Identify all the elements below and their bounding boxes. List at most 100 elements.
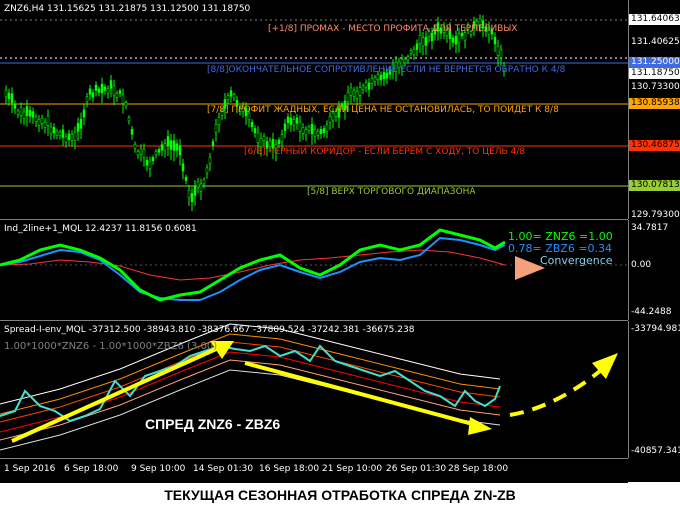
candle-body [421, 37, 425, 47]
price-pane[interactable]: ZNZ6,H4 131.15625 131.21875 131.12500 13… [0, 0, 628, 219]
time-tick: 1 Sep 2016 [4, 464, 56, 474]
candle-body [169, 140, 173, 150]
candle-body [61, 129, 65, 138]
spread-tick: -33794.981 [631, 324, 680, 334]
candle-body [424, 36, 428, 46]
candle-body [454, 36, 458, 45]
candle-body [289, 117, 293, 125]
level-label-5of8: [5/8] ВЕРХ ТОРГОВОГО ДИАПАЗОНА [307, 187, 476, 197]
candle-body [190, 193, 194, 202]
time-tick: 28 Sep 18:00 [448, 464, 509, 474]
candle-body [226, 95, 230, 100]
price-tag-current: 131.18750 [629, 68, 680, 79]
candle-body [13, 103, 17, 109]
candle-body [55, 131, 59, 136]
candle-body [37, 119, 41, 126]
indicator-y-axis[interactable]: 34.7817 0.00 -44.2488 [628, 220, 680, 320]
candle-body [85, 96, 89, 102]
candle-body [184, 176, 188, 181]
spread-y-axis[interactable]: -33794.981 -40857.341 [628, 321, 680, 458]
candle-body [304, 129, 308, 136]
candle-body [307, 126, 311, 131]
candle-body [313, 129, 317, 137]
candle-body [160, 144, 164, 151]
time-tick: 26 Sep 01:30 [386, 464, 447, 474]
candle-body [199, 183, 203, 192]
candle-body [286, 116, 290, 123]
spread-pane[interactable]: Spread-I-env_MQL -37312.500 -38943.810 -… [0, 321, 628, 458]
chart-caption: ТЕКУЩАЯ СЕЗОННАЯ ОТРАБОТКА СПРЕДА ZN-ZB [164, 487, 516, 503]
time-tick: 14 Sep 01:30 [193, 464, 254, 474]
candle-body [256, 132, 260, 143]
candle-body [52, 127, 56, 134]
legend-znz6: 1.00= ZNZ6 =1.00 [508, 230, 613, 243]
candle-body [172, 140, 176, 151]
candle-body [67, 133, 71, 140]
candle-body [94, 84, 98, 91]
candle-body [262, 136, 266, 141]
time-axis[interactable]: 1 Sep 2016 6 Sep 18:00 9 Sep 10:00 14 Se… [0, 458, 628, 483]
candle-body [181, 163, 185, 172]
candle-body [109, 80, 113, 89]
candle-body [328, 116, 332, 124]
time-tick: 6 Sep 18:00 [64, 464, 119, 474]
candle-body [115, 93, 119, 98]
candle-body [40, 117, 44, 124]
price-tick: 131.40625 [631, 37, 680, 47]
candle-body [412, 48, 416, 55]
candle-body [319, 129, 323, 135]
candle-body [175, 143, 179, 151]
candle-body [316, 131, 320, 136]
time-tick: 21 Sep 10:00 [322, 464, 383, 474]
candle-body [151, 157, 155, 162]
candle-body [76, 123, 80, 132]
price-tag-7of8: 130.85938 [629, 98, 680, 109]
candle-body [403, 59, 407, 64]
candle-body [193, 186, 197, 196]
candle-body [16, 110, 20, 115]
legend-convergence: Convergence [540, 254, 613, 267]
candle-body [259, 137, 263, 147]
candle-body [229, 90, 233, 97]
candle-body [205, 167, 209, 174]
candle-body [283, 123, 287, 131]
time-tick: 9 Sep 10:00 [131, 464, 186, 474]
candle-body [4, 89, 8, 98]
candle-body [163, 143, 167, 151]
candle-body [415, 43, 419, 50]
candle-body [361, 85, 365, 90]
indicator-pane[interactable]: Ind_2line+1_MQL 12.4237 11.8156 0.6081 1… [0, 220, 628, 320]
price-tag-6of8: 130.46875 [629, 140, 680, 151]
candle-body [145, 159, 149, 166]
indicator-tick: -44.2488 [631, 307, 672, 317]
candle-body [142, 149, 146, 158]
candle-body [64, 136, 68, 143]
candle-body [277, 139, 281, 144]
candle-body [70, 134, 74, 141]
chart-window[interactable]: ZNZ6,H4 131.15625 131.21875 131.12500 13… [0, 0, 680, 483]
indicator-pane-title: Ind_2line+1_MQL 12.4237 11.8156 0.6081 [4, 224, 197, 234]
price-y-axis[interactable]: 131.64063 131.40625 131.25000 131.18750 … [628, 0, 680, 220]
time-tick: 16 Sep 18:00 [259, 464, 320, 474]
spread-down-arrow [244, 361, 481, 428]
candle-body [232, 94, 236, 98]
candle-body [295, 117, 299, 124]
price-tick: 130.73300 [631, 82, 680, 92]
level-label-7of8: [7/8] ПРОФИТ ЖАДНЫХ, ЕСЛИ ЦЕНА НЕ ОСТАНО… [207, 105, 559, 115]
candle-body [25, 106, 29, 117]
candle-body [310, 123, 314, 135]
candle-body [124, 102, 128, 107]
candle-body [22, 111, 26, 119]
candle-body [121, 94, 125, 104]
candle-body [148, 161, 152, 170]
candle-body [88, 88, 92, 95]
indicator-tick: 34.7817 [631, 223, 669, 233]
candle-body [496, 46, 500, 56]
indicator-tick: 0.00 [631, 260, 652, 270]
candle-body [301, 127, 305, 134]
candle-body [91, 92, 95, 98]
candle-body [100, 83, 104, 94]
candle-body [355, 91, 359, 99]
candle-body [49, 126, 53, 134]
price-pane-title: ZNZ6,H4 131.15625 131.21875 131.12500 13… [4, 4, 251, 14]
